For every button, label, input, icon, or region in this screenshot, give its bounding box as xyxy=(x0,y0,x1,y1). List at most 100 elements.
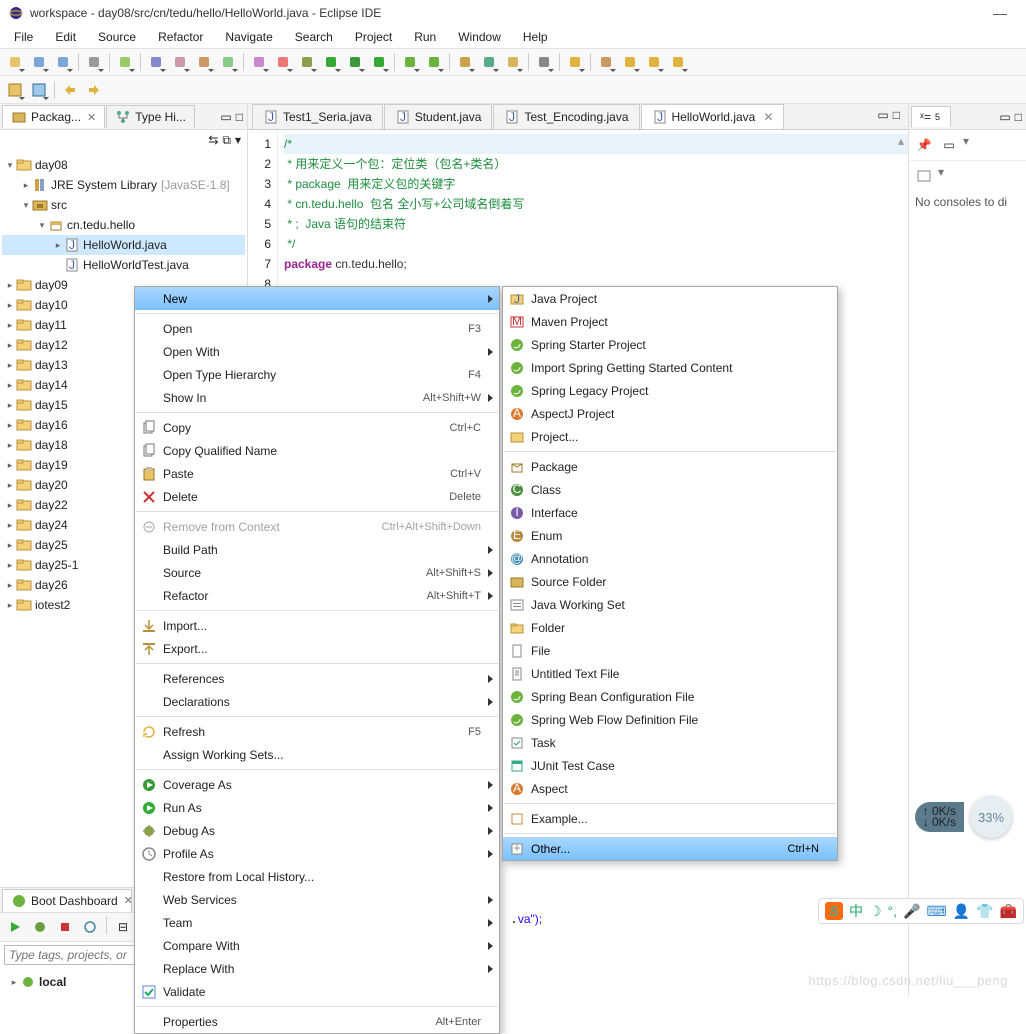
menu-item-open-type-hierarchy[interactable]: Open Type HierarchyF4 xyxy=(135,363,499,386)
menu-item-replace-with[interactable]: Replace With xyxy=(135,957,499,980)
menu-item-java-project[interactable]: JJava Project xyxy=(503,287,837,310)
menu-item-source-folder[interactable]: Source Folder xyxy=(503,570,837,593)
toolbar-box-button[interactable] xyxy=(193,51,215,73)
view-tab-type-hierarchy[interactable]: Type Hi... xyxy=(106,105,195,128)
menu-item-restore-from-local-history-[interactable]: Restore from Local History... xyxy=(135,865,499,888)
boot-node-local[interactable]: local xyxy=(39,975,66,989)
menu-item-build-path[interactable]: Build Path xyxy=(135,538,499,561)
view-menu-icon[interactable]: ▾ xyxy=(235,133,241,148)
twistie-icon[interactable]: ▾ xyxy=(36,220,48,231)
twistie-icon[interactable]: ▸ xyxy=(4,360,16,371)
view-tab-expressions[interactable]: ˣ= 5 xyxy=(911,106,951,127)
toolbar-button[interactable] xyxy=(28,79,50,101)
min-icon[interactable]: ▭ xyxy=(999,110,1010,124)
menu-item-compare-with[interactable]: Compare With xyxy=(135,934,499,957)
twistie-icon[interactable]: ▸ xyxy=(4,320,16,331)
twistie-icon[interactable]: ▸ xyxy=(4,520,16,531)
menu-run[interactable]: Run xyxy=(404,28,446,46)
toolbar-switch-button[interactable] xyxy=(83,51,105,73)
open-console-button[interactable] xyxy=(913,165,935,187)
toolbar-newclass-button[interactable] xyxy=(478,51,500,73)
toolbar-box2-button[interactable] xyxy=(217,51,239,73)
menu-item-maven-project[interactable]: MMaven Project xyxy=(503,310,837,333)
ime-lang[interactable]: 中 xyxy=(849,901,863,921)
ime-bar[interactable]: S 中 ☽ °, 🎤 ⌨ 👤 👕 🧰 xyxy=(818,898,1024,924)
mic-icon[interactable]: 🎤 xyxy=(903,903,920,920)
menu-item-task[interactable]: Task xyxy=(503,731,837,754)
new-submenu[interactable]: JJava ProjectMMaven ProjectSpring Starte… xyxy=(502,286,838,861)
link-editor-icon[interactable]: ⧉ xyxy=(222,133,231,148)
menu-item-annotation[interactable]: @Annotation xyxy=(503,547,837,570)
pin-console-button[interactable]: 📌 xyxy=(913,134,935,156)
menu-item-references[interactable]: References xyxy=(135,667,499,690)
menu-window[interactable]: Window xyxy=(448,28,511,46)
menu-item-spring-web-flow-definition-file[interactable]: Spring Web Flow Definition File xyxy=(503,708,837,731)
toolbar-wand-button[interactable] xyxy=(248,51,270,73)
toolbar-ext-button[interactable] xyxy=(272,51,294,73)
menu-item-aspectj-project[interactable]: AAspectJ Project xyxy=(503,402,837,425)
twistie-icon[interactable]: ▾ xyxy=(20,200,32,211)
twistie-icon[interactable]: ▸ xyxy=(4,480,16,491)
menu-item-spring-starter-project[interactable]: Spring Starter Project xyxy=(503,333,837,356)
menu-item-new[interactable]: New xyxy=(135,287,499,310)
editor-tab-student-java[interactable]: JStudent.java xyxy=(384,104,493,129)
scroll-up-icon[interactable]: ▴ xyxy=(898,134,904,148)
menu-item-junit-test-case[interactable]: JUnit Test Case xyxy=(503,754,837,777)
toolbar-navdrop-button[interactable] xyxy=(667,51,689,73)
menu-item-spring-legacy-project[interactable]: Spring Legacy Project xyxy=(503,379,837,402)
menu-item-show-in[interactable]: Show InAlt+Shift+W xyxy=(135,386,499,409)
twistie-icon[interactable]: ▸ xyxy=(4,540,16,551)
skin-icon[interactable]: 👕 xyxy=(976,903,993,920)
start-button[interactable] xyxy=(4,916,26,938)
menu-item-team[interactable]: Team xyxy=(135,911,499,934)
twistie-icon[interactable]: ▸ xyxy=(4,340,16,351)
toolbar-navback-button[interactable] xyxy=(619,51,641,73)
menu-item-import-[interactable]: Import... xyxy=(135,614,499,637)
tree-item-helloworldtest-java[interactable]: JHelloWorldTest.java xyxy=(2,255,245,275)
editor-tab-test1-seria-java[interactable]: JTest1_Seria.java xyxy=(252,104,383,129)
twistie-icon[interactable]: ▸ xyxy=(4,440,16,451)
toolbox-icon[interactable]: 🧰 xyxy=(1000,903,1017,920)
menu-item-declarations[interactable]: Declarations xyxy=(135,690,499,713)
tree-item-cn-tedu-hello[interactable]: ▾cn.tedu.hello xyxy=(2,215,245,235)
toolbar-button[interactable] xyxy=(4,79,26,101)
menu-item-import-spring-getting-started-content[interactable]: Import Spring Getting Started Content xyxy=(503,356,837,379)
toolbar-save-button[interactable] xyxy=(28,51,50,73)
stop-button[interactable] xyxy=(54,916,76,938)
menu-item-example-[interactable]: Example... xyxy=(503,807,837,830)
collapse-all-icon[interactable]: ⇆ xyxy=(208,133,218,148)
twistie-icon[interactable]: ▾ xyxy=(4,160,16,171)
toolbar-coverage2-button[interactable] xyxy=(344,51,366,73)
toolbar-runext-button[interactable] xyxy=(368,51,390,73)
display-selected-button[interactable]: ▭ xyxy=(938,134,960,156)
menu-help[interactable]: Help xyxy=(513,28,558,46)
menu-project[interactable]: Project xyxy=(345,28,402,46)
toolbar-pin-button[interactable] xyxy=(595,51,617,73)
toolbar-newfolder-button[interactable] xyxy=(502,51,524,73)
tree-item-helloworld-java[interactable]: ▸JHelloWorld.java xyxy=(2,235,245,255)
toolbar-mirror-button[interactable] xyxy=(169,51,191,73)
twistie-icon[interactable]: ▸ xyxy=(4,300,16,311)
editor-tab-helloworld-java[interactable]: JHelloWorld.java✕ xyxy=(641,104,785,129)
menu-item-assign-working-sets-[interactable]: Assign Working Sets... xyxy=(135,743,499,766)
menu-item-project-[interactable]: Project... xyxy=(503,425,837,448)
twistie-icon[interactable]: ▸ xyxy=(4,500,16,511)
editor-tab-test-encoding-java[interactable]: JTest_Encoding.java xyxy=(493,104,639,129)
toolbar-newpkg-button[interactable] xyxy=(454,51,476,73)
open-browser-button[interactable] xyxy=(79,916,101,938)
toolbar-new-button[interactable] xyxy=(4,51,26,73)
toolbar-hammer-button[interactable] xyxy=(114,51,136,73)
dropdown-icon[interactable]: ▾ xyxy=(938,165,944,187)
menu-item-coverage-as[interactable]: Coverage As xyxy=(135,773,499,796)
menu-item-properties[interactable]: PropertiesAlt+Enter xyxy=(135,1010,499,1033)
menu-item-source[interactable]: SourceAlt+Shift+S xyxy=(135,561,499,584)
menu-item-refresh[interactable]: RefreshF5 xyxy=(135,720,499,743)
perf-widget[interactable]: ↑ 0K/s ↓ 0K/s 33% xyxy=(915,796,1012,838)
twistie-icon[interactable]: ▸ xyxy=(4,420,16,431)
toolbar-sync-button[interactable] xyxy=(145,51,167,73)
toolbar-spring2-button[interactable] xyxy=(423,51,445,73)
menu-item-paste[interactable]: PasteCtrl+V xyxy=(135,462,499,485)
menu-item-other-[interactable]: +Other...Ctrl+N xyxy=(503,837,837,860)
twistie-icon[interactable]: ▸ xyxy=(4,380,16,391)
maximize-view-icon[interactable]: □ xyxy=(236,110,243,124)
